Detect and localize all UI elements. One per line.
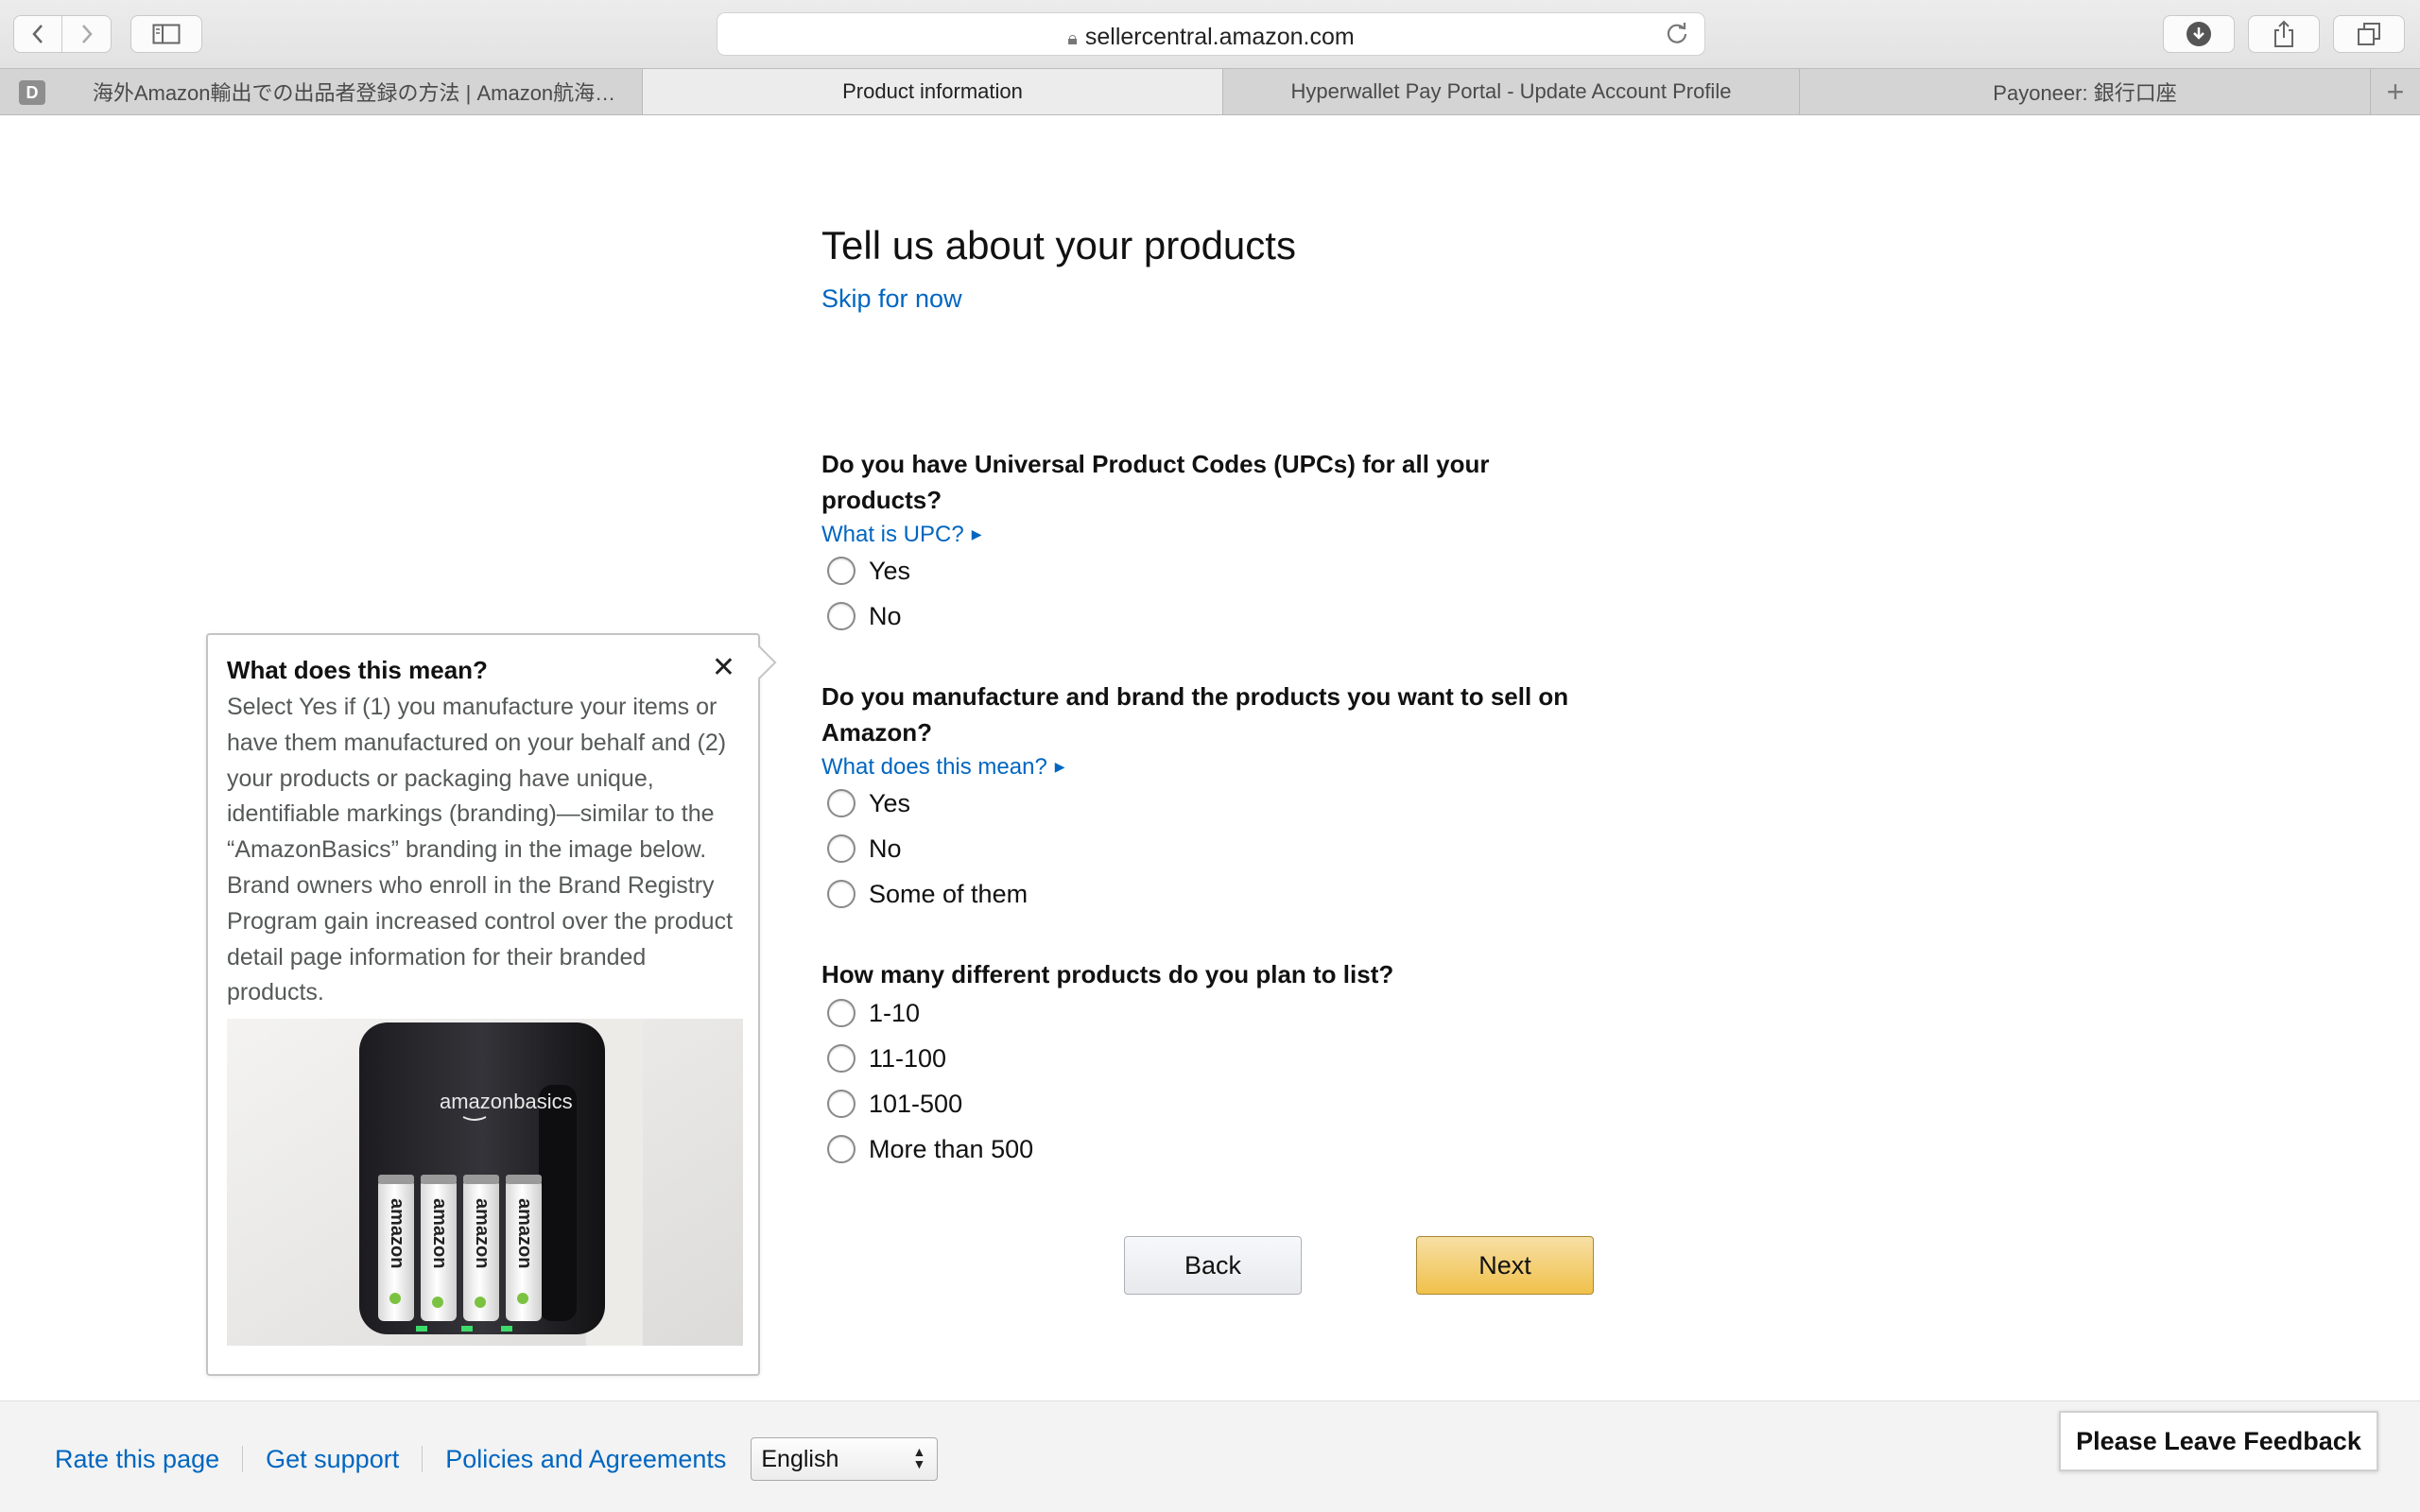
caret-right-icon: ▶ [971, 526, 982, 541]
option-label: More than 500 [869, 1134, 1034, 1163]
chevron-left-icon [32, 25, 43, 43]
help-popover: What does this mean? ✕ Select Yes if (1)… [206, 633, 777, 1376]
url-text: 🔒︎ sellercentral.amazon.com [717, 24, 1704, 51]
reload-button[interactable] [1665, 21, 1689, 50]
navigation-buttons [13, 15, 112, 53]
tab-product-information[interactable]: Product information [643, 69, 1223, 114]
battery-brand-text: amazon [429, 1198, 450, 1268]
policies-agreements-link[interactable]: Policies and Agreements [445, 1445, 726, 1474]
address-bar[interactable]: 🔒︎ sellercentral.amazon.com [717, 12, 1705, 56]
share-button[interactable] [2248, 15, 2320, 53]
what-does-this-mean-link[interactable]: What does this mean? ▶ [821, 754, 1065, 781]
brand-option-no[interactable]: No [827, 830, 902, 868]
help-link-label: What does this mean? [821, 754, 1047, 780]
battery-brand-text: amazon [472, 1198, 493, 1268]
count-option-more-than-500[interactable]: More than 500 [827, 1130, 1033, 1168]
chevron-right-icon [81, 25, 93, 43]
tab-label: Hyperwallet Pay Portal - Update Account … [1290, 79, 1732, 103]
radio-button[interactable] [827, 557, 856, 585]
upc-option-yes[interactable]: Yes [827, 552, 910, 590]
radio-button[interactable] [827, 1135, 856, 1163]
option-label: 11-100 [869, 1043, 947, 1073]
caret-right-icon: ▶ [1054, 759, 1065, 774]
tab-label: Product information [842, 79, 1023, 103]
page-content: Tell us about your products Skip for now… [0, 115, 2420, 1400]
tab-payoneer[interactable]: Payoneer: 銀行口座 [1800, 69, 2371, 114]
option-label: 1-10 [869, 998, 921, 1027]
amazonbasics-charger-image: amazonbasics amazon amazon amazon amazon [227, 1019, 743, 1346]
question-upc: Do you have Universal Product Codes (UPC… [821, 450, 1490, 514]
help-link-label: What is UPC? [821, 522, 964, 547]
count-option-11-100[interactable]: 11-100 [827, 1040, 946, 1077]
download-icon [2187, 22, 2211, 46]
radio-button[interactable] [827, 1044, 856, 1073]
next-button[interactable]: Next [1416, 1236, 1594, 1295]
count-option-1-10[interactable]: 1-10 [827, 994, 920, 1032]
popover-arrow [741, 644, 777, 680]
radio-button[interactable] [827, 602, 856, 630]
upc-option-no[interactable]: No [827, 597, 902, 635]
tab-overview-button[interactable] [2333, 15, 2405, 53]
page-title: Tell us about your products [821, 223, 1296, 267]
new-tab-button[interactable]: + [2371, 69, 2420, 114]
close-icon[interactable]: ✕ [712, 654, 735, 682]
footer-links: Rate this page Get support Policies and … [55, 1437, 939, 1481]
popover-title: What does this mean? [227, 656, 488, 684]
what-is-upc-link[interactable]: What is UPC? ▶ [821, 522, 981, 548]
radio-button[interactable] [827, 999, 856, 1027]
amazonbasics-logo-text: amazonbasics [440, 1090, 573, 1113]
tab-amazon-export[interactable]: 海外Amazon輸出での出品者登録の方法 | Amazon航海… [66, 69, 643, 114]
option-label: Yes [869, 788, 911, 817]
back-button[interactable]: Back [1124, 1236, 1302, 1295]
url-label: sellercentral.amazon.com [1084, 24, 1355, 50]
browser-toolbar: 🔒︎ sellercentral.amazon.com [0, 0, 2420, 68]
question-manufacture-brand: Do you manufacture and brand the product… [821, 682, 1569, 747]
count-option-101-500[interactable]: 101-500 [827, 1085, 962, 1123]
brand-option-some[interactable]: Some of them [827, 875, 1028, 913]
option-label: Some of them [869, 879, 1028, 908]
option-label: No [869, 833, 902, 863]
reload-icon [1667, 23, 1687, 43]
tab-label: Payoneer: 銀行口座 [1993, 81, 2177, 105]
brand-option-yes[interactable]: Yes [827, 784, 910, 822]
language-selected-value: English [761, 1445, 839, 1472]
forward-nav-button[interactable] [62, 15, 112, 53]
option-label: Yes [869, 556, 911, 585]
select-arrows-icon: ▲ ▼ [912, 1444, 926, 1471]
battery-charger-illustration: amazonbasics amazon amazon amazon amazon [227, 1019, 743, 1346]
tabs-icon [2358, 23, 2380, 45]
popover-body-text: Select Yes if (1) you manufacture your i… [227, 694, 734, 1006]
sidebar-icon [152, 24, 181, 44]
rate-this-page-link[interactable]: Rate this page [55, 1445, 219, 1474]
back-nav-button[interactable] [13, 15, 62, 53]
share-icon [2274, 20, 2293, 47]
question-product-count: How many different products do you plan … [821, 960, 1394, 988]
tab-favicon-d: D [19, 80, 45, 105]
sidebar-toggle-button[interactable] [130, 15, 202, 53]
plus-icon: + [2386, 74, 2405, 109]
radio-button[interactable] [827, 834, 856, 863]
tab-hyperwallet[interactable]: Hyperwallet Pay Portal - Update Account … [1223, 69, 1800, 114]
language-select[interactable]: English ▲ ▼ [751, 1437, 939, 1481]
battery-brand-text: amazon [514, 1198, 535, 1268]
lock-icon: 🔒︎ [1067, 28, 1078, 49]
radio-button[interactable] [827, 789, 856, 817]
battery-brand-text: amazon [387, 1198, 407, 1268]
radio-button[interactable] [827, 1090, 856, 1118]
divider [242, 1446, 244, 1472]
page-footer: Rate this page Get support Policies and … [0, 1400, 2420, 1512]
downloads-button[interactable] [2163, 15, 2235, 53]
tab-label: 海外Amazon輸出での出品者登録の方法 | Amazon航海… [92, 81, 616, 105]
option-label: 101-500 [869, 1089, 963, 1118]
tab-bar: D 海外Amazon輸出での出品者登録の方法 | Amazon航海… Produ… [0, 68, 2420, 115]
skip-for-now-link[interactable]: Skip for now [821, 284, 962, 314]
divider [422, 1446, 424, 1472]
get-support-link[interactable]: Get support [266, 1445, 399, 1474]
product-survey-form: Tell us about your products Skip for now… [821, 221, 1597, 1295]
radio-button[interactable] [827, 880, 856, 908]
leave-feedback-button[interactable]: Please Leave Feedback [2059, 1411, 2378, 1471]
option-label: No [869, 601, 902, 630]
